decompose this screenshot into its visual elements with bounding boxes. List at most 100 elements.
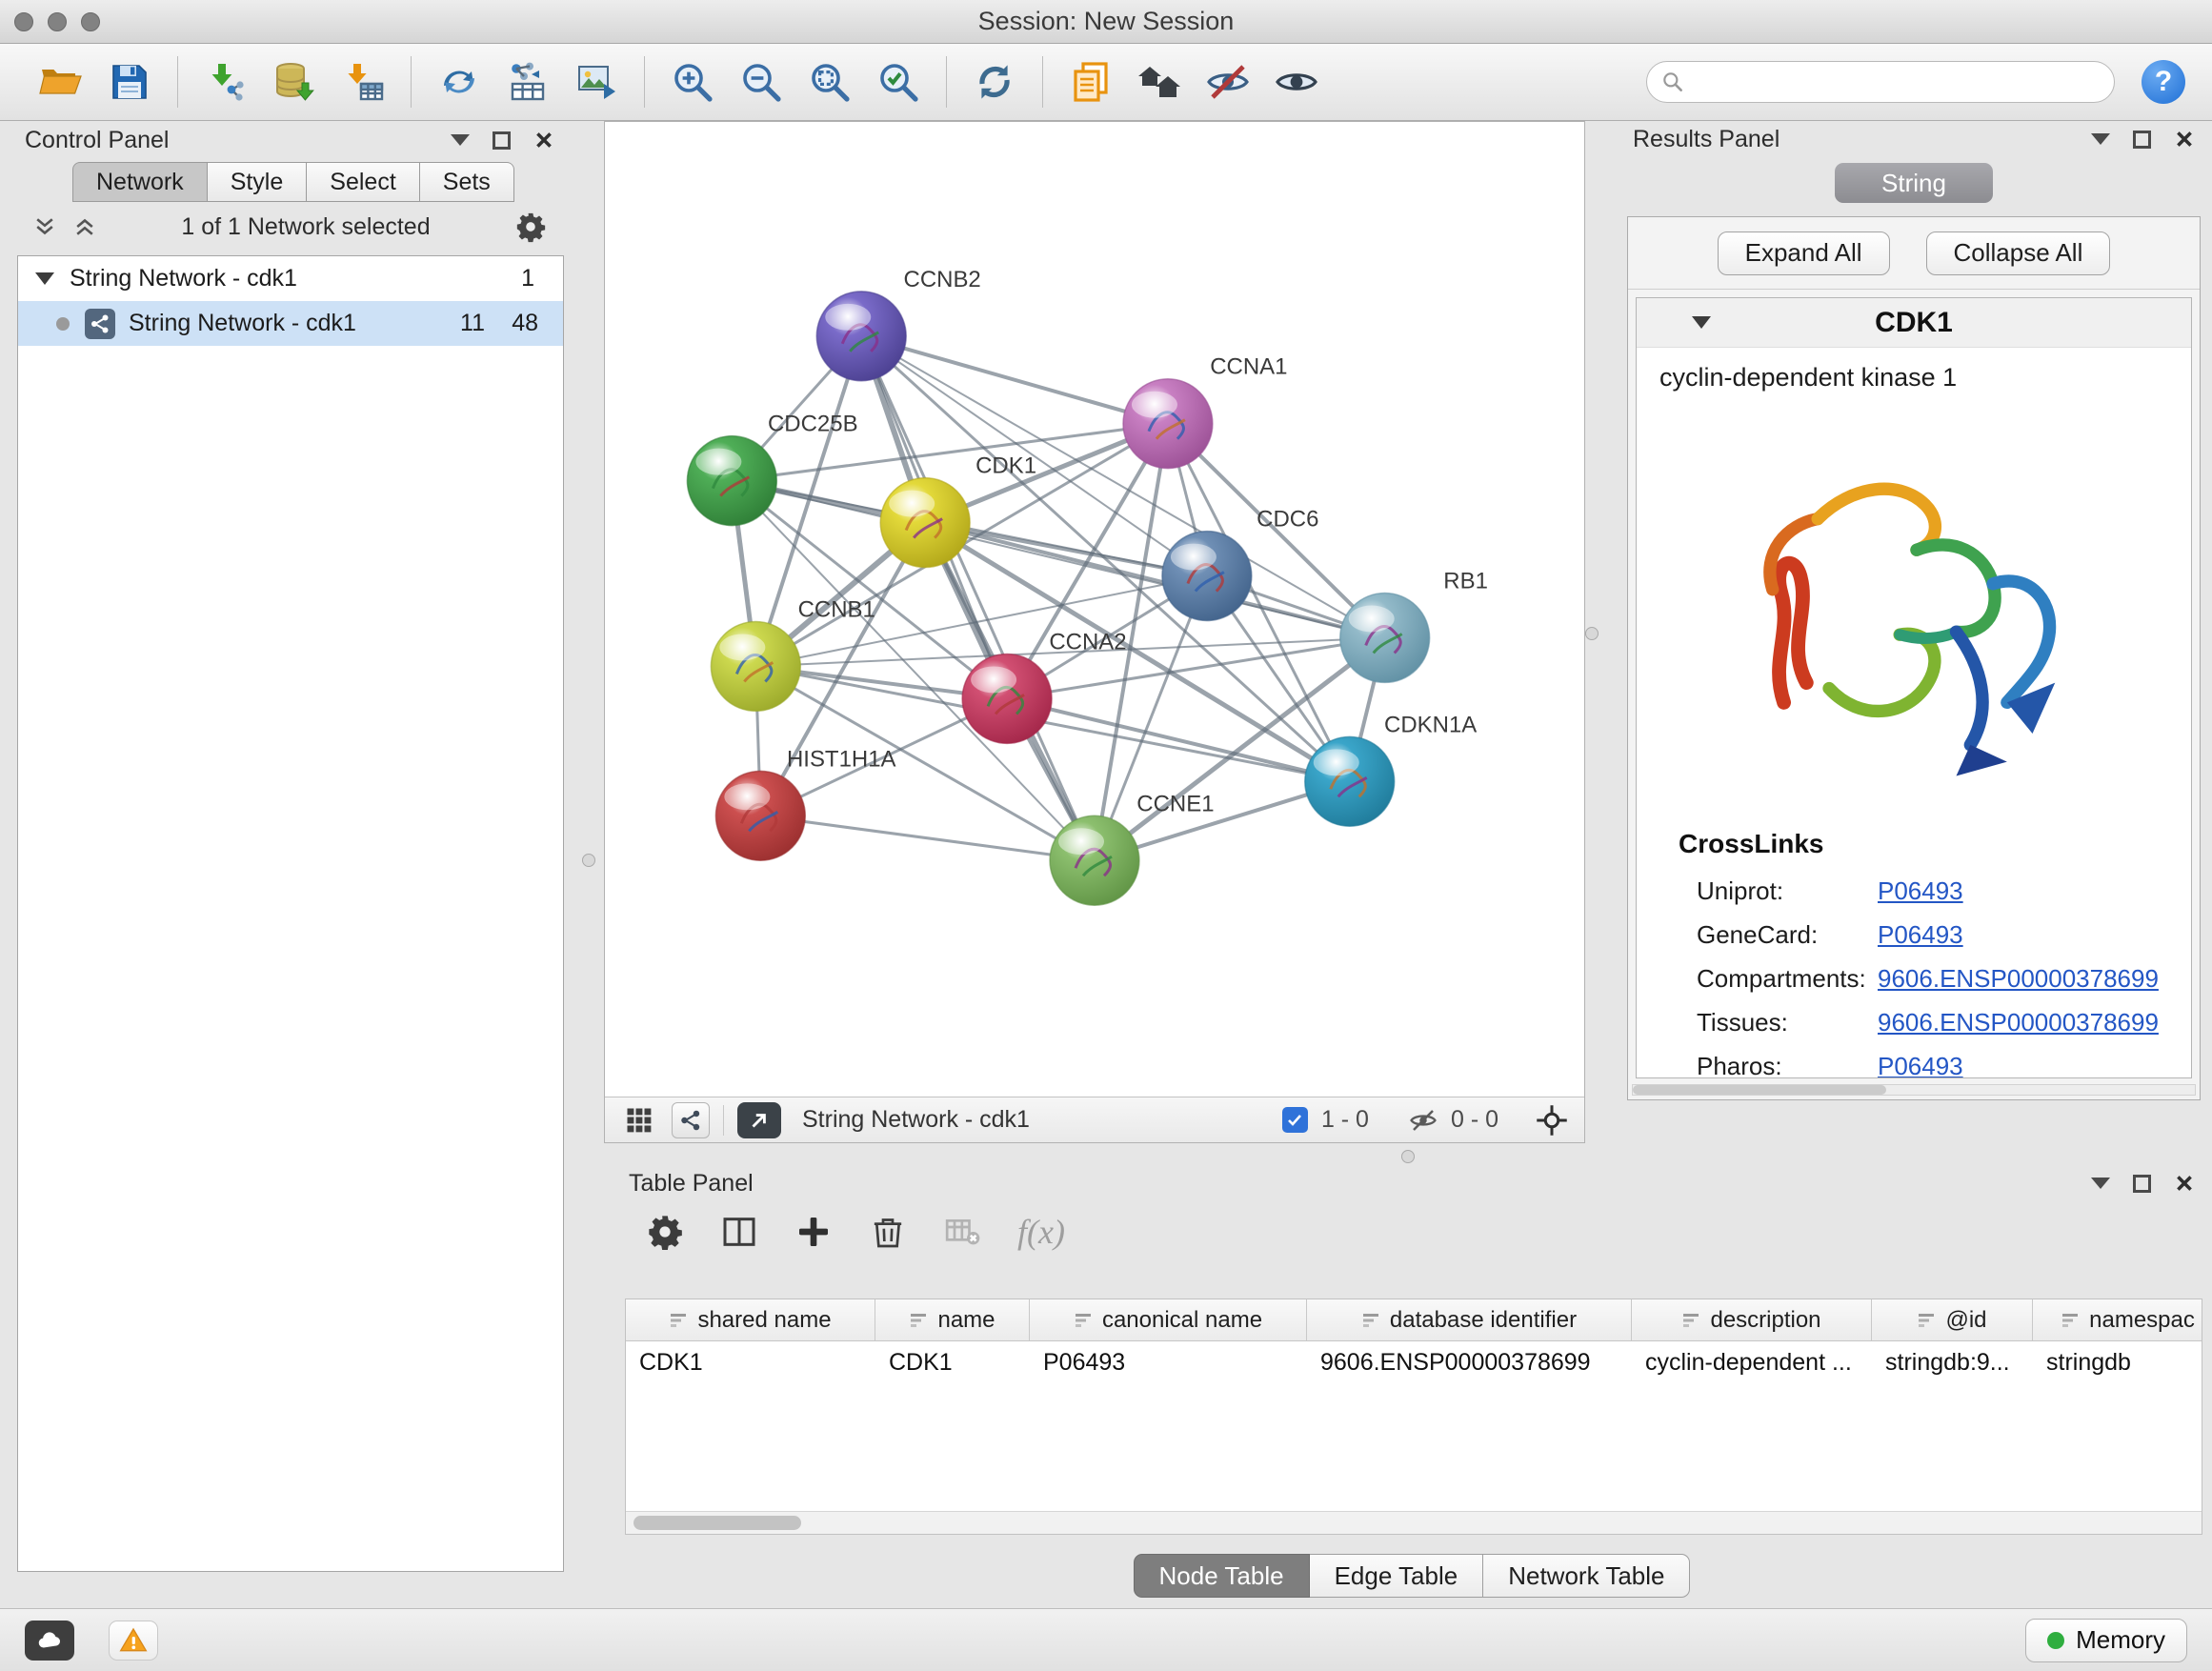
column-header-description[interactable]: description bbox=[1632, 1299, 1872, 1340]
import-network-file-button[interactable] bbox=[196, 52, 255, 111]
tab-network[interactable]: Network bbox=[72, 162, 208, 202]
collapse-all-button[interactable]: Collapse All bbox=[1926, 232, 2111, 275]
zoom-out-button[interactable] bbox=[732, 52, 791, 111]
crosslink-link-genecard[interactable]: P06493 bbox=[1878, 920, 1963, 950]
network-collection-row[interactable]: String Network - cdk1 1 bbox=[18, 256, 563, 301]
refresh-view-button[interactable] bbox=[965, 52, 1024, 111]
scrollbar-thumb[interactable] bbox=[633, 1516, 801, 1530]
network-node-CCNB2[interactable] bbox=[816, 292, 906, 381]
show-columns-icon[interactable] bbox=[720, 1213, 758, 1251]
crosslink-link-compartments[interactable]: 9606.ENSP00000378699 bbox=[1878, 964, 2159, 994]
clone-network-button[interactable] bbox=[1061, 52, 1120, 111]
expand-all-button[interactable]: Expand All bbox=[1718, 232, 1890, 275]
network-merge-button[interactable] bbox=[430, 52, 489, 111]
delete-column-trash-icon[interactable] bbox=[869, 1213, 907, 1251]
network-edge-CCNA2-CDKN1A[interactable] bbox=[1007, 698, 1350, 781]
column-header-database-identifier[interactable]: database identifier bbox=[1307, 1299, 1632, 1340]
hide-graphics-details-button[interactable] bbox=[1198, 52, 1257, 111]
zoom-selected-button[interactable] bbox=[869, 52, 928, 111]
birds-eye-view-button[interactable] bbox=[1130, 52, 1189, 111]
table-cell-shared-name[interactable]: CDK1 bbox=[626, 1349, 875, 1377]
network-node-CDKN1A[interactable] bbox=[1305, 736, 1395, 826]
close-panel-icon[interactable] bbox=[2174, 1173, 2195, 1194]
network-table-button[interactable] bbox=[498, 52, 557, 111]
cloud-status-button[interactable] bbox=[25, 1621, 74, 1661]
network-edge-CCNB2-CCNE1[interactable] bbox=[861, 336, 1095, 860]
warning-status-button[interactable] bbox=[109, 1621, 158, 1661]
network-canvas[interactable]: CCNB2CCNA1CDC25BCDK1CDC6RB1CCNB1CCNA2CDK… bbox=[605, 122, 1584, 1097]
show-graphics-details-button[interactable] bbox=[1267, 52, 1326, 111]
import-table-button[interactable] bbox=[333, 52, 392, 111]
bottom-splitter-handle[interactable] bbox=[1401, 1150, 1415, 1163]
column-header-name[interactable]: name bbox=[875, 1299, 1030, 1340]
selected-checkbox[interactable] bbox=[1282, 1107, 1308, 1133]
network-node-CCNE1[interactable] bbox=[1050, 815, 1139, 905]
table-cell-canonical-name[interactable]: P06493 bbox=[1030, 1349, 1307, 1377]
close-panel-icon[interactable] bbox=[533, 130, 554, 151]
crosslink-link-uniprot[interactable]: P06493 bbox=[1878, 876, 1963, 906]
table-cell-description[interactable]: cyclin-dependent ... bbox=[1632, 1349, 1872, 1377]
collection-expand-icon[interactable] bbox=[35, 272, 54, 285]
search-field[interactable] bbox=[1646, 61, 2115, 103]
protein-section-header[interactable]: CDK1 bbox=[1637, 298, 2191, 348]
network-node-CDC25B[interactable] bbox=[687, 436, 776, 526]
float-panel-icon[interactable] bbox=[2133, 131, 2151, 149]
panel-menu-icon[interactable] bbox=[2091, 133, 2110, 145]
network-node-CDK1[interactable] bbox=[880, 478, 970, 568]
help-button[interactable]: ? bbox=[2142, 60, 2185, 104]
network-node-HIST1H1A[interactable] bbox=[715, 771, 805, 860]
open-session-button[interactable] bbox=[31, 52, 90, 111]
column-header-canonical-name[interactable]: canonical name bbox=[1030, 1299, 1307, 1340]
column-header-@id[interactable]: @id bbox=[1872, 1299, 2033, 1340]
crosshair-move-icon[interactable] bbox=[1535, 1103, 1569, 1137]
tab-select[interactable]: Select bbox=[307, 162, 419, 202]
tab-string[interactable]: String bbox=[1835, 163, 1993, 203]
function-builder-icon[interactable]: f(x) bbox=[1017, 1212, 1065, 1252]
network-node-RB1[interactable] bbox=[1340, 594, 1430, 683]
network-node-CCNB1[interactable] bbox=[711, 621, 800, 711]
collapse-all-chevrons-icon[interactable] bbox=[72, 214, 97, 239]
network-row-selected[interactable]: String Network - cdk1 11 48 bbox=[18, 301, 563, 346]
expand-all-chevrons-icon[interactable] bbox=[32, 214, 57, 239]
network-node-CCNA2[interactable] bbox=[962, 654, 1052, 743]
gear-icon[interactable] bbox=[514, 211, 547, 243]
table-settings-gear-icon[interactable] bbox=[646, 1213, 684, 1251]
zoom-fit-button[interactable] bbox=[800, 52, 859, 111]
tab-network-table[interactable]: Network Table bbox=[1483, 1554, 1690, 1598]
tab-node-table[interactable]: Node Table bbox=[1134, 1554, 1310, 1598]
results-horizontal-scrollbar[interactable] bbox=[1632, 1084, 2196, 1096]
table-horizontal-scrollbar[interactable] bbox=[626, 1511, 2202, 1534]
column-header-shared-name[interactable]: shared name bbox=[626, 1299, 875, 1340]
save-session-button[interactable] bbox=[100, 52, 159, 111]
table-cell-namespac[interactable]: stringdb bbox=[2033, 1349, 2202, 1377]
table-row[interactable]: CDK1CDK1P064939606.ENSP00000378699cyclin… bbox=[626, 1341, 2202, 1383]
right-splitter-handle[interactable] bbox=[1585, 627, 1599, 640]
network-overview-button[interactable] bbox=[672, 1102, 710, 1138]
export-image-button[interactable] bbox=[567, 52, 626, 111]
float-panel-icon[interactable] bbox=[2133, 1175, 2151, 1193]
column-header-namespac[interactable]: namespac bbox=[2033, 1299, 2202, 1340]
section-collapse-icon[interactable] bbox=[1692, 316, 1711, 329]
zoom-in-button[interactable] bbox=[663, 52, 722, 111]
table-cell-name[interactable]: CDK1 bbox=[875, 1349, 1030, 1377]
network-node-CCNA1[interactable] bbox=[1123, 379, 1213, 469]
graphics-details-grid-icon[interactable] bbox=[620, 1102, 658, 1138]
open-in-new-window-button[interactable] bbox=[737, 1102, 781, 1138]
panel-menu-icon[interactable] bbox=[451, 134, 470, 146]
crosslink-link-tissues[interactable]: 9606.ENSP00000378699 bbox=[1878, 1008, 2159, 1037]
left-splitter-handle[interactable] bbox=[582, 854, 595, 867]
add-column-icon[interactable] bbox=[794, 1213, 833, 1251]
panel-menu-icon[interactable] bbox=[2091, 1178, 2110, 1189]
memory-button[interactable]: Memory bbox=[2025, 1619, 2187, 1662]
network-node-CDC6[interactable] bbox=[1162, 532, 1252, 621]
table-cell-@id[interactable]: stringdb:9... bbox=[1872, 1349, 2033, 1377]
network-edge-HIST1H1A-CCNE1[interactable] bbox=[760, 815, 1095, 860]
crosslink-link-pharos[interactable]: P06493 bbox=[1878, 1052, 1963, 1079]
tab-edge-table[interactable]: Edge Table bbox=[1310, 1554, 1484, 1598]
scrollbar-thumb[interactable] bbox=[1633, 1085, 1886, 1095]
tab-style[interactable]: Style bbox=[208, 162, 308, 202]
search-input[interactable] bbox=[1695, 69, 2101, 96]
import-network-database-button[interactable] bbox=[265, 52, 324, 111]
float-panel-icon[interactable] bbox=[493, 131, 511, 150]
tab-sets[interactable]: Sets bbox=[420, 162, 514, 202]
